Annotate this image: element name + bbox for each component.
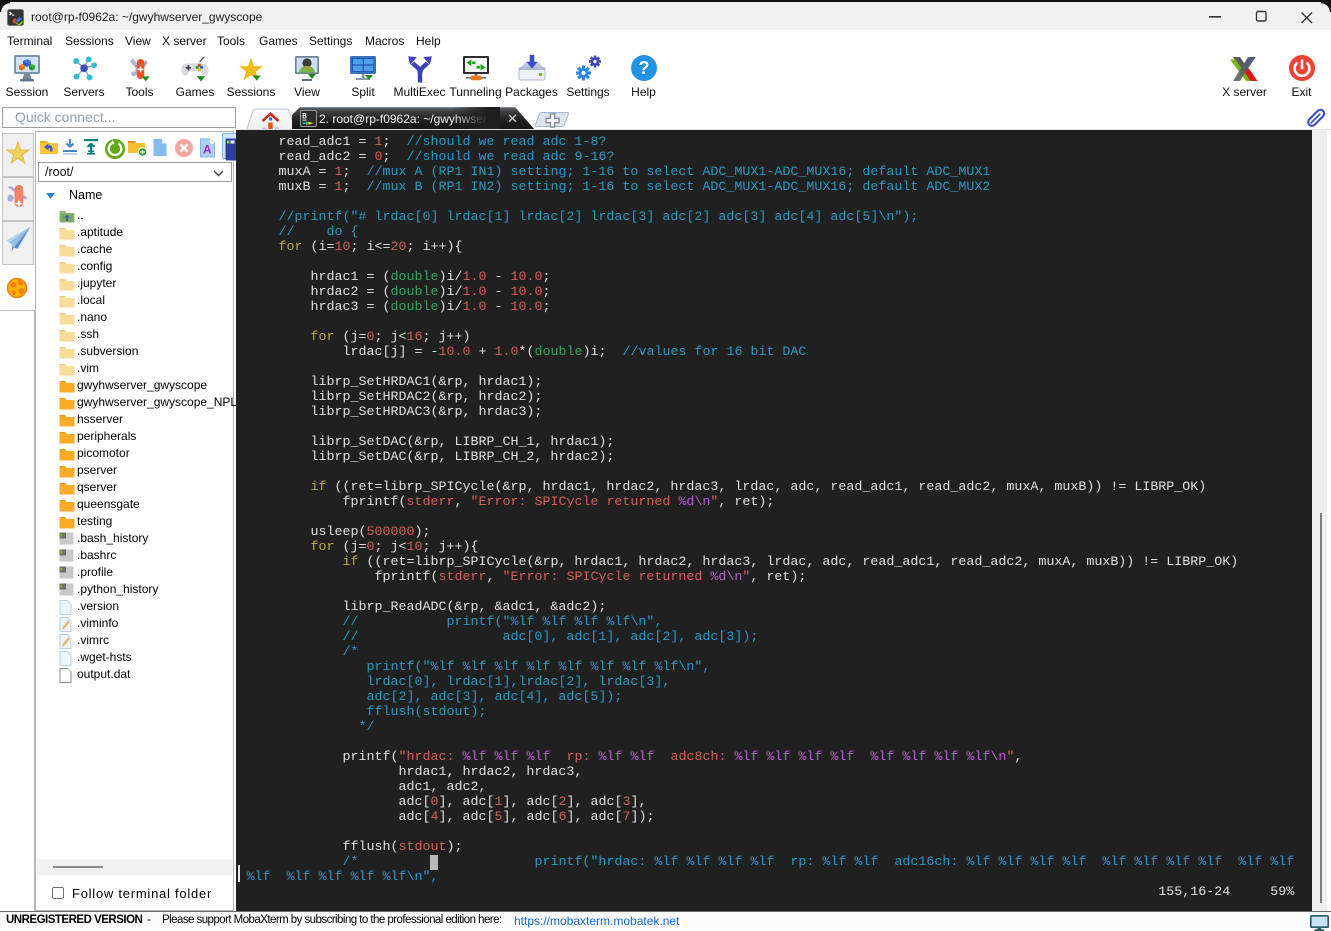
svg-text:A: A [202, 143, 211, 157]
svg-text:?: ? [638, 58, 649, 78]
